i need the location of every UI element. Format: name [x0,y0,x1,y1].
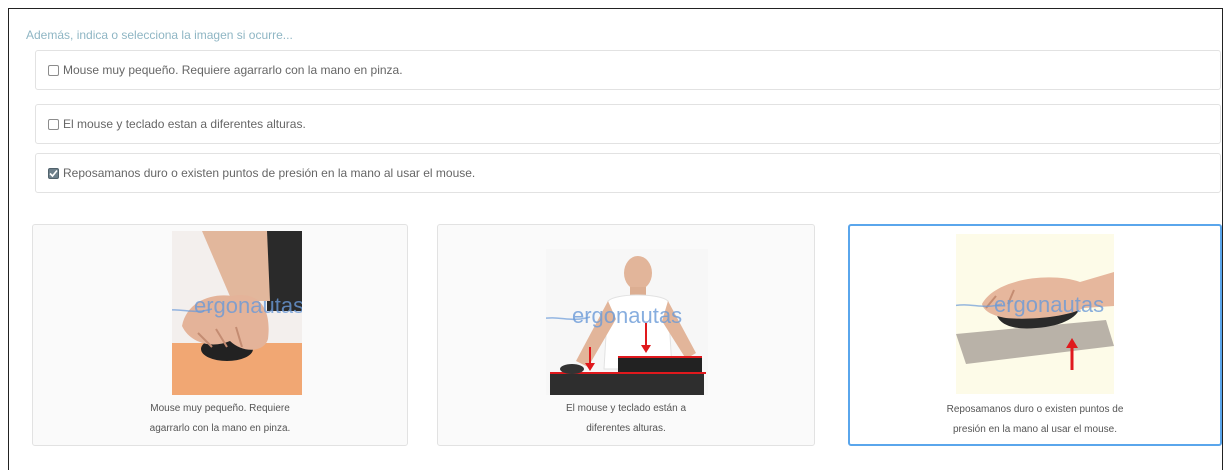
checkbox-hard-wrist-rest[interactable] [48,167,59,179]
caption-line: agarrarlo con la mano en pinza. [149,423,291,434]
hard-wrist-rest-illustration: ergonautas [956,234,1114,394]
caption-line: El mouse y teclado están a [565,403,687,414]
option-label: El mouse y teclado estan a diferentes al… [63,117,306,131]
option-small-mouse[interactable]: Mouse muy pequeño. Requiere agarrarlo co… [35,50,1221,90]
card-caption: Reposamanos duro o existen puntos de pre… [850,400,1220,440]
caption-line: Mouse muy pequeño. Requiere [150,403,290,414]
instruction-text: Además, indica o selecciona la imagen si… [26,28,293,42]
watermark-text: ergonautas [194,293,302,318]
image-card-small-mouse[interactable]: ergonautas Mouse muy pequeño. Requiere a… [32,224,408,446]
image-card-different-heights[interactable]: ergonautas El mouse y teclado están a di… [437,224,815,446]
card-caption: Mouse muy pequeño. Requiere agarrarlo co… [33,399,407,439]
option-hard-wrist-rest[interactable]: Reposamanos duro o existen puntos de pre… [35,153,1221,193]
different-heights-illustration: ergonautas [546,249,708,395]
option-label: Reposamanos duro o existen puntos de pre… [63,166,476,180]
watermark-text: ergonautas [572,303,682,328]
option-label: Mouse muy pequeño. Requiere agarrarlo co… [63,63,403,77]
caption-line: Reposamanos duro o existen puntos de [946,404,1124,415]
option-different-heights[interactable]: El mouse y teclado estan a diferentes al… [35,104,1221,144]
small-mouse-illustration: ergonautas [172,231,302,395]
check-icon [49,169,58,177]
watermark-text: ergonautas [994,292,1104,317]
checkbox-different-heights[interactable] [48,118,59,130]
image-card-hard-wrist-rest[interactable]: ergonautas Reposamanos duro o existen pu… [848,224,1222,446]
checkbox-small-mouse[interactable] [48,64,59,76]
card-caption: El mouse y teclado están a diferentes al… [438,399,814,439]
caption-line: presión en la mano al usar el mouse. [953,424,1117,435]
caption-line: diferentes alturas. [586,423,666,434]
